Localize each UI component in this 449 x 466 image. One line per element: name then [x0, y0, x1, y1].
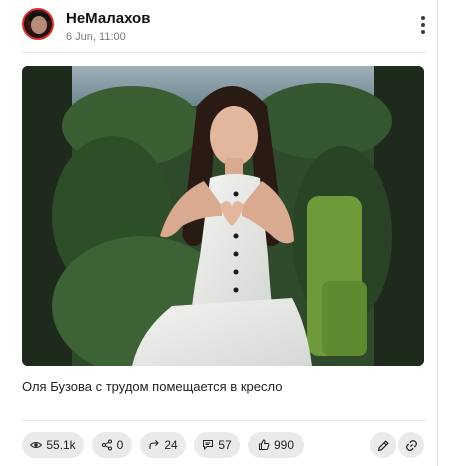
channel-name[interactable]: НеМалахов	[66, 10, 150, 27]
divider	[22, 52, 426, 53]
avatar-face	[31, 16, 47, 34]
shares-count: 0	[116, 438, 124, 452]
shares-stat[interactable]: 0	[92, 432, 132, 458]
post-photo[interactable]	[22, 66, 424, 366]
post-header: НеМалахов 6 Jun, 11:00	[22, 8, 426, 44]
forward-arrow-icon	[149, 440, 160, 449]
comments-icon	[203, 440, 214, 451]
divider	[22, 420, 426, 421]
pencil-icon	[377, 439, 389, 451]
comments-stat[interactable]: 57	[194, 432, 240, 458]
share-icon	[101, 439, 112, 451]
post-caption: Оля Бузова с трудом помещается в кресло	[22, 379, 283, 394]
edit-button[interactable]	[370, 432, 396, 458]
more-vertical-icon[interactable]	[416, 16, 430, 36]
link-icon	[405, 439, 417, 451]
reactions-count: 990	[273, 438, 295, 452]
panel-border	[437, 0, 438, 466]
forwards-stat[interactable]: 24	[140, 432, 186, 458]
photo-illustration	[22, 66, 424, 366]
post-date: 6 Jun, 11:00	[66, 31, 126, 43]
copy-link-button[interactable]	[398, 432, 424, 458]
forwards-count: 24	[164, 438, 178, 452]
eye-icon	[30, 442, 43, 448]
channel-avatar[interactable]	[22, 8, 54, 40]
views-stat[interactable]: 55.1k	[22, 432, 84, 458]
post-card: НеМалахов 6 Jun, 11:00 Оля Бузова с труд…	[6, 0, 437, 466]
comments-count: 57	[218, 438, 232, 452]
views-count: 55.1k	[46, 438, 76, 452]
thumbs-up-icon	[258, 439, 270, 450]
reactions-stat[interactable]: 990	[248, 432, 304, 458]
